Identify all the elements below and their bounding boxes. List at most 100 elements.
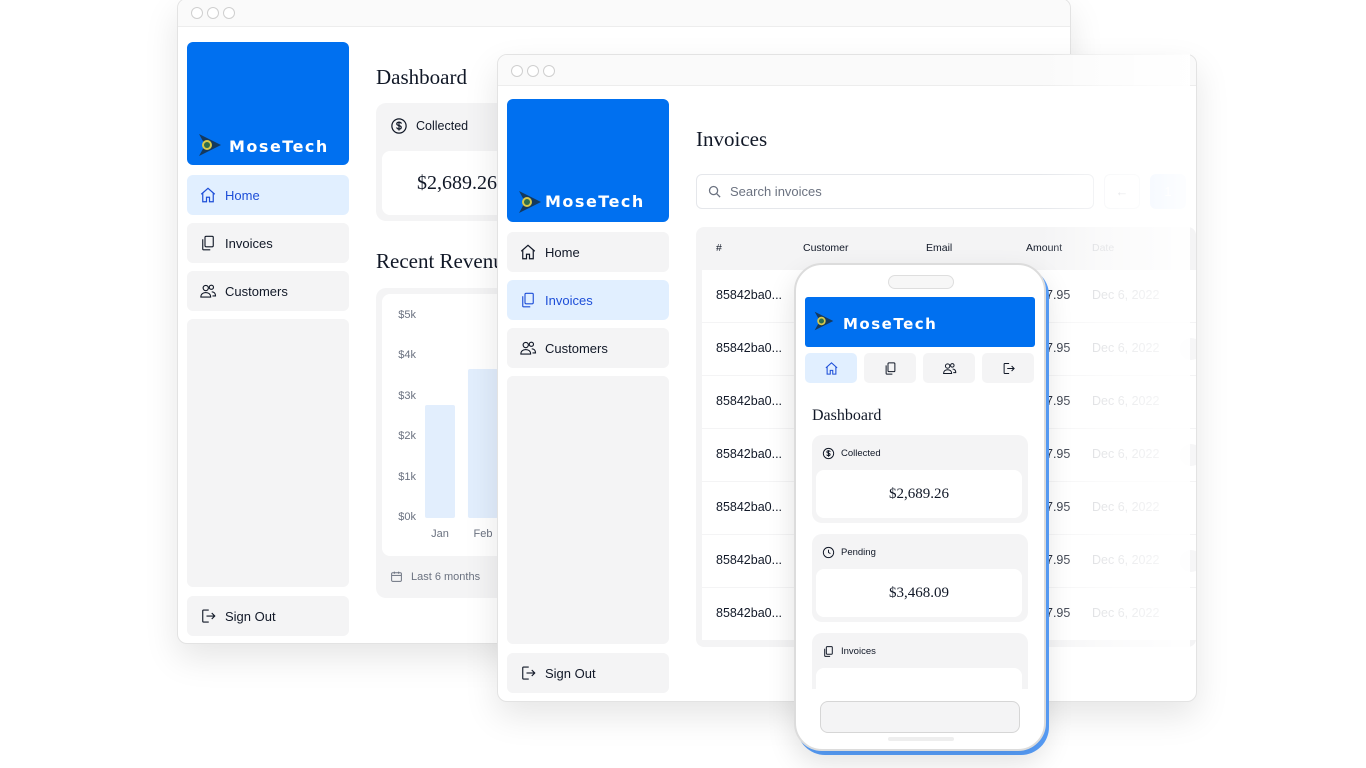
logo-mark-icon: [199, 134, 221, 156]
dollar-icon: [391, 118, 407, 134]
column-header-id: #: [716, 242, 722, 254]
y-tick-label: $1k: [398, 470, 416, 483]
invoice-id: 85842ba0...: [716, 606, 783, 620]
invoice-date: Dec 6, 2022: [1092, 341, 1160, 355]
mobile-pending-card: Pending $3,468.09: [812, 534, 1028, 622]
card-label: Collected: [416, 119, 469, 133]
phone-handle: [888, 737, 954, 741]
window-dot[interactable]: [511, 65, 523, 77]
revenue-bar-feb[interactable]: [468, 368, 498, 518]
phone-home-bar[interactable]: [820, 701, 1020, 733]
row-action[interactable]: [1180, 444, 1196, 466]
invoice-id: 85842ba0...: [716, 288, 783, 302]
nav-customers-label: Customers: [225, 283, 288, 299]
card-header: Pending: [822, 546, 876, 559]
nav-customers[interactable]: Customers: [507, 328, 669, 368]
revenue-title: Recent Revenue: [376, 249, 514, 273]
card-value: $2,689.26: [816, 470, 1022, 518]
invoice-id: 85842ba0...: [716, 553, 783, 567]
window-dot[interactable]: [207, 7, 219, 19]
sign-out-icon: [522, 666, 536, 680]
window-dot[interactable]: [223, 7, 235, 19]
y-tick-label: $4k: [398, 349, 416, 362]
sign-out-button[interactable]: Sign Out: [187, 596, 349, 636]
sign-out-label: Sign Out: [545, 665, 596, 681]
column-header-email: Email: [926, 242, 953, 254]
nav-home-label: Home: [545, 244, 580, 260]
x-tick-label: Jan: [431, 528, 449, 540]
chart-footer-label: Last 6 months: [411, 570, 481, 583]
invoice-id: 85842ba0...: [716, 394, 783, 408]
invoice-amount: 7.95: [1046, 606, 1071, 620]
window-dot[interactable]: [527, 65, 539, 77]
search-input[interactable]: Search invoices: [696, 174, 1094, 209]
sign-out-button[interactable]: Sign Out: [507, 653, 669, 693]
window-dot[interactable]: [191, 7, 203, 19]
document-duplicate-icon: [824, 646, 833, 657]
revenue-bar-jan[interactable]: [425, 404, 455, 518]
nav-invoices[interactable]: Invoices: [187, 223, 349, 263]
y-tick-label: $5k: [398, 309, 416, 321]
invoice-date: Dec 6, 2022: [1092, 500, 1160, 514]
invoice-amount: 7.95: [1046, 341, 1071, 355]
logo-mark-icon: [519, 191, 541, 213]
page-title: Invoices: [696, 127, 768, 151]
invoice-id: 85842ba0...: [716, 341, 783, 355]
invoice-amount: 7.95: [1046, 553, 1071, 567]
column-header-date: Date: [1092, 242, 1115, 254]
brand-name: MoseTech: [229, 137, 329, 156]
y-tick-label: $0k: [398, 511, 416, 523]
chart-footer: Last 6 months: [390, 570, 480, 583]
card-label: Invoices: [841, 646, 876, 657]
nav-invoices-label: Invoices: [225, 235, 273, 251]
sidebar-spacer: [187, 319, 349, 587]
invoice-amount: 7.95: [1046, 447, 1071, 461]
invoice-amount: 7.95: [1046, 288, 1071, 302]
user-group-icon: [200, 284, 217, 298]
window-dot[interactable]: [543, 65, 555, 77]
document-duplicate-icon: [202, 235, 214, 251]
brand-name: MoseTech: [545, 192, 645, 211]
invoice-amount: 7.95: [1046, 500, 1071, 514]
pagination-prev-button[interactable]: ←: [1104, 174, 1140, 209]
clock-icon: [822, 546, 835, 559]
brand-logo-panel[interactable]: MoseTech: [507, 99, 669, 222]
invoice-date: Dec 6, 2022: [1092, 606, 1160, 620]
dollar-icon: [822, 447, 835, 460]
y-tick-label: $3k: [398, 389, 416, 402]
sign-out-icon: [202, 609, 216, 623]
home-icon: [200, 187, 216, 203]
invoice-date: Dec 6, 2022: [1092, 288, 1160, 302]
invoice-date: Dec 6, 2022: [1092, 447, 1160, 461]
card-label: Collected: [841, 448, 881, 459]
window-title-bar: [178, 0, 1070, 27]
card-header: Collected: [822, 447, 881, 460]
sidebar-spacer: [507, 376, 669, 644]
card-value: $3,468.09: [816, 569, 1022, 617]
nav-home-label: Home: [225, 187, 260, 203]
mobile-collected-card: Collected $2,689.26: [812, 435, 1028, 523]
sign-out-label: Sign Out: [225, 608, 276, 624]
row-action[interactable]: [1180, 550, 1196, 572]
nav-home[interactable]: Home: [507, 232, 669, 272]
brand-logo-panel[interactable]: MoseTech: [187, 42, 349, 165]
card-label: Pending: [841, 547, 876, 558]
page-title: Dashboard: [376, 65, 467, 89]
search-placeholder: Search invoices: [730, 184, 822, 199]
invoice-id: 85842ba0...: [716, 500, 783, 514]
invoice-id: 85842ba0...: [716, 447, 783, 461]
invoice-date: Dec 6, 2022: [1092, 394, 1160, 408]
column-header-amount: Amount: [1026, 242, 1063, 254]
nav-home[interactable]: Home: [187, 175, 349, 215]
home-icon: [520, 244, 536, 260]
pagination-page-button[interactable]: 1: [1150, 174, 1186, 209]
calendar-icon: [391, 571, 402, 582]
card-value: 22: [816, 668, 1022, 689]
row-action[interactable]: [1180, 338, 1196, 360]
window-title-bar: [498, 55, 1196, 86]
nav-invoices-label: Invoices: [545, 292, 593, 308]
column-header-customer: Customer: [803, 242, 849, 254]
mobile-cards-viewport: Collected $2,689.26 Pending $3,468.09 In…: [796, 265, 1044, 689]
nav-invoices[interactable]: Invoices: [507, 280, 669, 320]
nav-customers[interactable]: Customers: [187, 271, 349, 311]
